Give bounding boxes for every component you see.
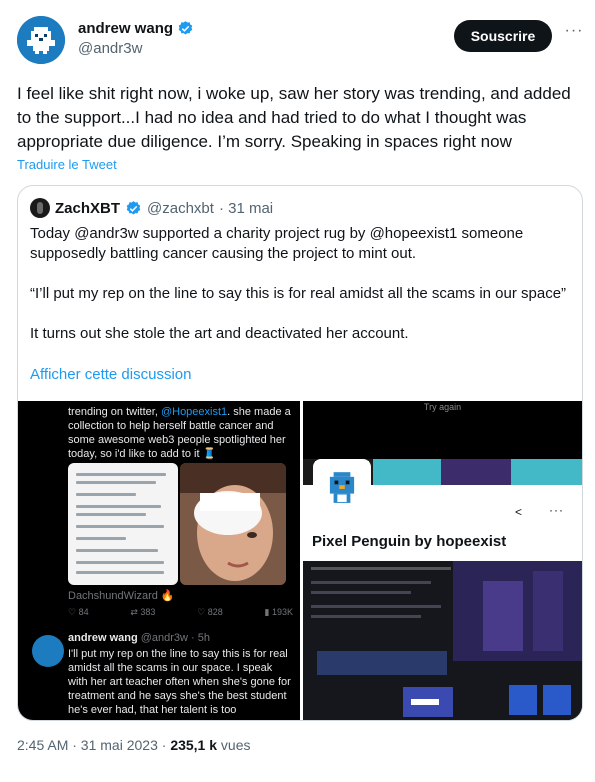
quote-media[interactable]: trending on twitter, @Hopeexist1. she ma… — [18, 401, 582, 720]
reply-count: ♡ 84 — [68, 607, 89, 617]
quote-body: Today @andr3w supported a charity projec… — [30, 224, 570, 364]
screenshot-reply-avatar — [32, 635, 64, 667]
retweet-count: ⇄ 383 — [130, 607, 156, 617]
author-display-name[interactable]: andrew wang — [78, 20, 173, 37]
screenshot-mention: @Hopeexist1 — [160, 406, 228, 418]
like-count: ♡ 828 — [197, 607, 223, 617]
views-label: vues — [220, 737, 251, 753]
quote-paragraph: Today @andr3w supported a charity projec… — [30, 225, 524, 262]
tweet-text: I feel like shit right now, i woke up, s… — [17, 84, 571, 151]
screenshot-reply-header: andrew wang @andr3w · 5h — [68, 632, 210, 644]
quote-author-avatar — [30, 198, 50, 218]
subscribe-button[interactable]: Souscrire — [454, 20, 552, 52]
tweet-footer: 2:45 AM · 31 mai 2023 · 235,1 k vues — [17, 737, 251, 753]
more-options-icon[interactable]: ··· — [563, 23, 585, 46]
collection-preview-image — [303, 561, 582, 720]
view-count-value: 193K — [271, 607, 293, 617]
verified-badge-icon — [126, 200, 141, 215]
quote-author-name: ZachXBT — [55, 199, 121, 217]
media-screenshot-left[interactable]: trending on twitter, @Hopeexist1. she ma… — [18, 401, 300, 720]
more-options-icon[interactable]: ··· — [549, 503, 564, 517]
translate-tweet-link[interactable]: Traduire le Tweet — [17, 157, 117, 172]
verified-badge-icon — [178, 21, 193, 35]
show-thread-link[interactable]: Afficher cette discussion — [30, 366, 191, 383]
screenshot-reply-name: andrew wang — [68, 632, 138, 644]
screenshot-document-image — [68, 463, 178, 585]
pixel-penguin-logo-icon — [313, 459, 371, 517]
like-count-value: 828 — [207, 607, 223, 617]
screenshot-stats: ♡ 84 ⇄ 383 ♡ 828 ▮ 193K — [68, 607, 293, 618]
screenshot-text-part: trending on twitter, — [68, 406, 158, 418]
view-count: ▮ 193K — [264, 607, 293, 617]
author-avatar[interactable] — [17, 16, 65, 64]
share-icon[interactable]: < — [515, 505, 522, 519]
tweet-header: andrew wang @andr3w Souscrire ··· — [17, 16, 585, 64]
screenshot-reply-handle: @andr3w · 5h — [140, 632, 211, 644]
screenshot-author: DachshundWizard 🔥 — [68, 590, 175, 602]
author-handle[interactable]: @andr3w — [78, 40, 142, 57]
screenshot-photo-image — [180, 463, 286, 585]
screenshot-reply-text: I'll put my rep on the line to say this … — [68, 648, 291, 716]
tweet-timestamp[interactable]: 2:45 AM · 31 mai 2023 · — [17, 737, 166, 753]
collection-card: < ··· Pixel Penguin by hopeexist — [303, 459, 582, 561]
collection-title: Pixel Penguin by hopeexist — [312, 533, 507, 550]
reply-count-value: 84 — [78, 607, 89, 617]
media-screenshot-right[interactable]: Try again < ··· Pixel Penguin by hopeexi… — [303, 401, 582, 720]
try-again-text: Try again — [423, 402, 462, 412]
screenshot-tweet-text: trending on twitter, @Hopeexist1. she ma… — [68, 405, 293, 461]
quote-date: · 31 mai — [218, 199, 274, 217]
quote-paragraph: It turns out she stole the art and deact… — [30, 325, 409, 342]
retweet-count-value: 383 — [140, 607, 156, 617]
quoted-tweet[interactable]: ZachXBT @zachxbt · 31 mai Today @andr3w … — [17, 185, 583, 721]
pixel-penguin-avatar-icon — [17, 16, 65, 64]
quote-paragraph: “I’ll put my rep on the line to say this… — [30, 285, 567, 302]
quote-author-handle: @zachxbt — [147, 199, 214, 217]
view-count: 235,1 k — [170, 737, 218, 753]
